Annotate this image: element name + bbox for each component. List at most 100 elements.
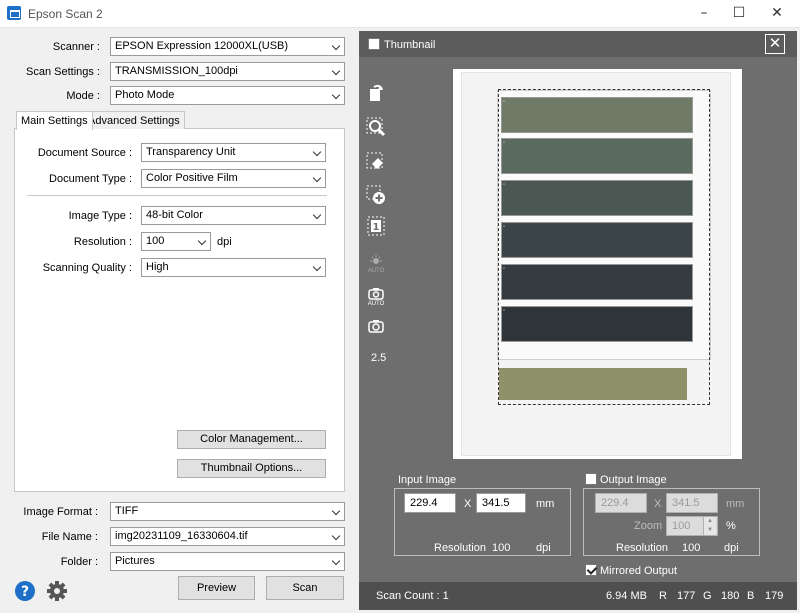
folder-label: Folder :	[60, 556, 98, 568]
chevron-down-icon	[312, 147, 322, 157]
scanning-quality-value: High	[146, 261, 169, 273]
g-value: 180	[721, 590, 740, 602]
g-label: G	[703, 590, 712, 602]
output-resolution-value: 100	[682, 542, 701, 554]
auto-exposure-label: AUTO	[367, 268, 385, 274]
mode-value: Photo Mode	[115, 89, 175, 101]
image-type-value: 48-bit Color	[146, 209, 203, 221]
camera-auto-label: AUTO	[367, 301, 385, 307]
output-height-field[interactable]: 341.5	[666, 493, 718, 513]
window-title: Epson Scan 2	[28, 7, 103, 21]
chevron-down-icon	[197, 236, 207, 246]
mirrored-output-label: Mirrored Output	[600, 565, 678, 577]
mode-label: Mode :	[66, 90, 100, 102]
app-logo-icon	[7, 6, 21, 20]
maximize-button[interactable]: ☐	[730, 5, 748, 23]
tab-main-settings[interactable]: Main Settings	[16, 111, 93, 130]
output-image-title: Output Image	[600, 474, 667, 486]
folder-value: Pictures	[115, 555, 155, 567]
chevron-down-icon	[331, 41, 341, 51]
document-source-value: Transparency Unit	[146, 146, 236, 158]
file-name-label: File Name :	[41, 531, 98, 543]
scanner-value: EPSON Expression 12000XL(USB)	[115, 40, 289, 52]
scanning-quality-select[interactable]: High	[141, 258, 326, 277]
color-management-button[interactable]: Color Management...	[177, 430, 326, 449]
scanning-quality-label: Scanning Quality :	[42, 262, 132, 274]
document-type-label: Document Type :	[49, 173, 132, 185]
output-image-checkbox[interactable]	[585, 473, 597, 485]
file-name-select[interactable]: img20231109_16330604.tif	[110, 527, 345, 546]
document-type-select[interactable]: Color Positive Film	[141, 169, 326, 188]
auto-exposure-icon[interactable]: AUTO	[366, 254, 386, 276]
preview-button[interactable]: Preview	[178, 576, 255, 600]
chevron-down-icon	[331, 531, 341, 541]
output-x-label: X	[654, 498, 662, 510]
selection-marquee[interactable]	[498, 89, 710, 405]
thumbnail-label: Thumbnail	[384, 39, 436, 51]
eraser-icon[interactable]	[366, 152, 386, 174]
input-x-label: X	[464, 498, 472, 510]
zoom-icon[interactable]	[366, 117, 386, 139]
b-label: B	[747, 590, 755, 602]
chevron-down-icon	[331, 90, 341, 100]
minimize-button[interactable]: –	[695, 5, 713, 23]
zoom-unit-label: %	[726, 520, 736, 532]
chevron-down-icon	[331, 506, 341, 516]
resolution-select[interactable]: 100	[141, 232, 211, 251]
mode-select[interactable]: Photo Mode	[110, 86, 345, 105]
r-label: R	[659, 590, 667, 602]
image-type-select[interactable]: 48-bit Color	[141, 206, 326, 225]
input-image-title: Input Image	[398, 474, 457, 486]
scan-settings-select[interactable]: TRANSMISSION_100dpi	[110, 62, 345, 81]
output-width-field[interactable]: 229.4	[595, 493, 647, 513]
resolution-value: 100	[146, 235, 165, 247]
frame-count-icon[interactable]: 1	[366, 216, 386, 238]
b-value: 179	[765, 590, 784, 602]
thumbnail-options-button[interactable]: Thumbnail Options...	[177, 459, 326, 478]
scan-count: Scan Count : 1	[376, 590, 449, 602]
file-name-value: img20231109_16330604.tif	[115, 530, 248, 542]
input-resolution-unit: dpi	[536, 542, 551, 554]
input-width-field[interactable]: 229.4	[404, 493, 456, 513]
chevron-down-icon	[312, 210, 322, 220]
section-divider	[27, 195, 327, 196]
mirrored-output-checkbox[interactable]	[585, 564, 597, 576]
zoom-stepper[interactable]: ▲ ▼	[703, 517, 716, 535]
document-source-select[interactable]: Transparency Unit	[141, 143, 326, 162]
input-height-field[interactable]: 341.5	[476, 493, 526, 513]
tab-advanced-settings[interactable]: Advanced Settings	[83, 111, 185, 129]
scanner-select[interactable]: EPSON Expression 12000XL(USB)	[110, 37, 345, 56]
zoom-label: Zoom	[634, 520, 663, 532]
help-icon[interactable]: ?	[14, 580, 36, 602]
gear-icon[interactable]	[46, 580, 68, 602]
output-resolution-unit: dpi	[724, 542, 739, 554]
image-type-label: Image Type :	[68, 210, 132, 222]
resolution-unit: dpi	[217, 236, 232, 248]
scan-settings-value: TRANSMISSION_100dpi	[115, 65, 238, 77]
image-format-label: Image Format :	[23, 506, 98, 518]
title-bar	[0, 0, 800, 28]
close-preview-button[interactable]: ✕	[765, 34, 785, 54]
scanner-label: Scanner :	[52, 41, 100, 53]
frame-count-value: 1	[373, 222, 380, 233]
camera-auto-icon[interactable]: AUTO	[366, 287, 386, 309]
scan-settings-label: Scan Settings :	[26, 66, 100, 78]
close-window-button[interactable]: ✕	[768, 5, 786, 23]
document-type-value: Color Positive Film	[146, 172, 238, 184]
file-size: 6.94 MB	[606, 590, 647, 602]
thumbnail-checkbox[interactable]	[368, 38, 380, 50]
chevron-down-icon	[331, 556, 341, 566]
r-value: 177	[677, 590, 696, 602]
document-source-label: Document Source :	[37, 147, 132, 159]
rotate-icon[interactable]	[366, 82, 386, 104]
scan-button[interactable]: Scan	[266, 576, 344, 600]
image-format-value: TIFF	[115, 505, 139, 517]
image-format-select[interactable]: TIFF	[110, 502, 345, 521]
input-resolution-value: 100	[492, 542, 511, 554]
folder-select[interactable]: Pictures	[110, 552, 345, 571]
add-marquee-icon[interactable]	[366, 185, 386, 207]
camera-reset-icon[interactable]	[366, 317, 386, 339]
input-unit-label: mm	[536, 498, 555, 510]
output-unit-label: mm	[726, 498, 745, 510]
svg-text:?: ?	[21, 584, 29, 600]
